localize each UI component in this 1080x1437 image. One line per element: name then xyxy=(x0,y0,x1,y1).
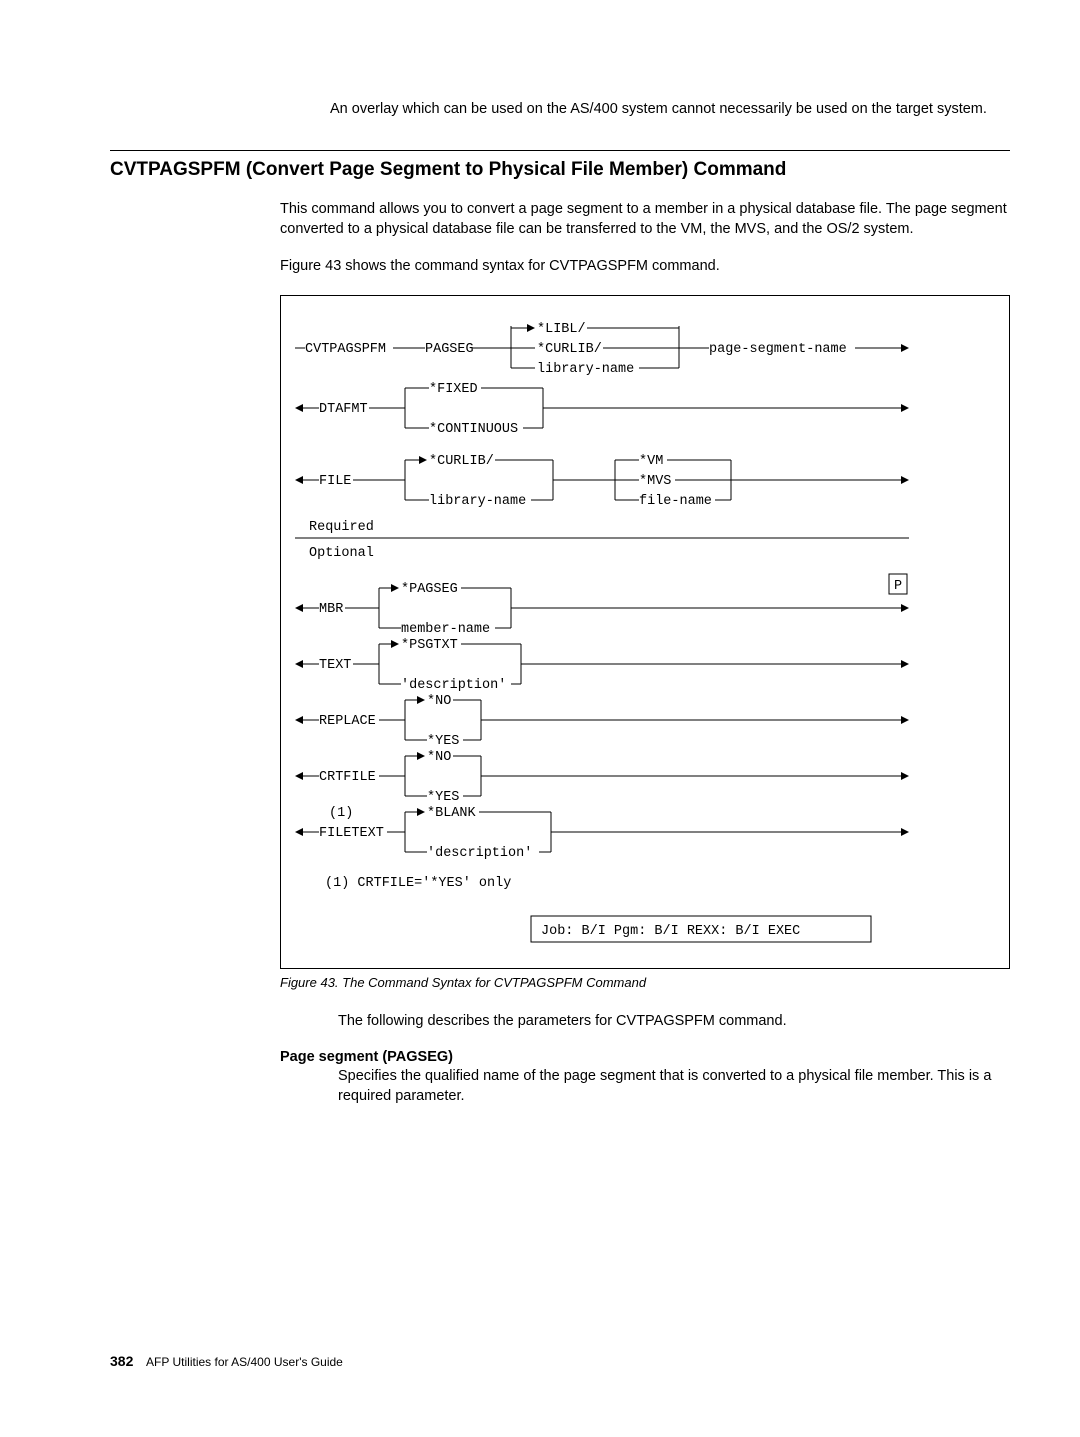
job-box: Job: B/I Pgm: B/I REXX: B/I EXEC xyxy=(541,924,800,939)
opt-no-2: *NO xyxy=(427,750,451,765)
section-divider xyxy=(110,150,1010,151)
opt-mvs: *MVS xyxy=(639,474,671,489)
page-number: 382 xyxy=(110,1353,133,1369)
note-ref: (1) xyxy=(329,806,353,821)
opt-blank: *BLANK xyxy=(427,806,477,821)
arg-page-segment-name: page-segment-name xyxy=(709,342,847,357)
opt-description-1: 'description' xyxy=(401,678,506,693)
opt-no-1: *NO xyxy=(427,694,451,709)
opt-vm: *VM xyxy=(639,454,663,469)
kw-replace: REPLACE xyxy=(319,714,376,729)
syntax-diagram: CVTPAGSPFM PAGSEG *LIBL/ *CURLIB/ xyxy=(280,295,1010,969)
kw-mbr: MBR xyxy=(319,602,343,617)
opt-fixed: *FIXED xyxy=(429,382,478,397)
note-1: (1) CRTFILE='*YES' only xyxy=(325,876,511,891)
figure-caption: Figure 43. The Command Syntax for CVTPAG… xyxy=(280,975,1010,990)
kw-cvtpagspfm: CVTPAGSPFM xyxy=(305,342,386,357)
opt-continuous: *CONTINUOUS xyxy=(429,422,518,437)
paragraph-2: Figure 43 shows the command syntax for C… xyxy=(280,257,1010,277)
kw-filetext: FILETEXT xyxy=(319,826,384,841)
badge-p: P xyxy=(894,579,902,594)
footer-text: AFP Utilities for AS/400 User's Guide xyxy=(146,1355,343,1369)
kw-file: FILE xyxy=(319,474,351,489)
opt-file-name: file-name xyxy=(639,494,712,509)
opt-pagseg: *PAGSEG xyxy=(401,582,458,597)
label-optional: Optional xyxy=(309,546,374,561)
paragraph-3: The following describes the parameters f… xyxy=(338,1012,1010,1032)
param-title-pagseg: Page segment (PAGSEG) xyxy=(280,1049,1010,1065)
opt-member-name: member-name xyxy=(401,622,490,637)
opt-psgtxt: *PSGTXT xyxy=(401,638,458,653)
page-footer: 382 AFP Utilities for AS/400 User's Guid… xyxy=(110,1353,343,1369)
opt-libl: *LIBL/ xyxy=(537,322,586,337)
kw-dtafmt: DTAFMT xyxy=(319,402,368,417)
kw-text: TEXT xyxy=(319,658,351,673)
opt-library-name-1: library-name xyxy=(537,362,634,377)
page: An overlay which can be used on the AS/4… xyxy=(20,20,1080,1417)
param-body-pagseg: Specifies the qualified name of the page… xyxy=(338,1067,1010,1106)
paragraph-1: This command allows you to convert a pag… xyxy=(280,200,1010,239)
opt-curlib: *CURLIB/ xyxy=(537,342,602,357)
opt-curlib-2: *CURLIB/ xyxy=(429,454,494,469)
intro-paragraph: An overlay which can be used on the AS/4… xyxy=(330,100,1010,120)
label-required: Required xyxy=(309,520,374,535)
opt-yes-1: *YES xyxy=(427,734,459,749)
opt-description-2: 'description' xyxy=(427,846,532,861)
opt-library-name-2: library-name xyxy=(429,494,526,509)
section-heading: CVTPAGSPFM (Convert Page Segment to Phys… xyxy=(110,157,1010,183)
opt-yes-2: *YES xyxy=(427,790,459,805)
kw-pagseg: PAGSEG xyxy=(425,342,474,357)
kw-crtfile: CRTFILE xyxy=(319,770,376,785)
